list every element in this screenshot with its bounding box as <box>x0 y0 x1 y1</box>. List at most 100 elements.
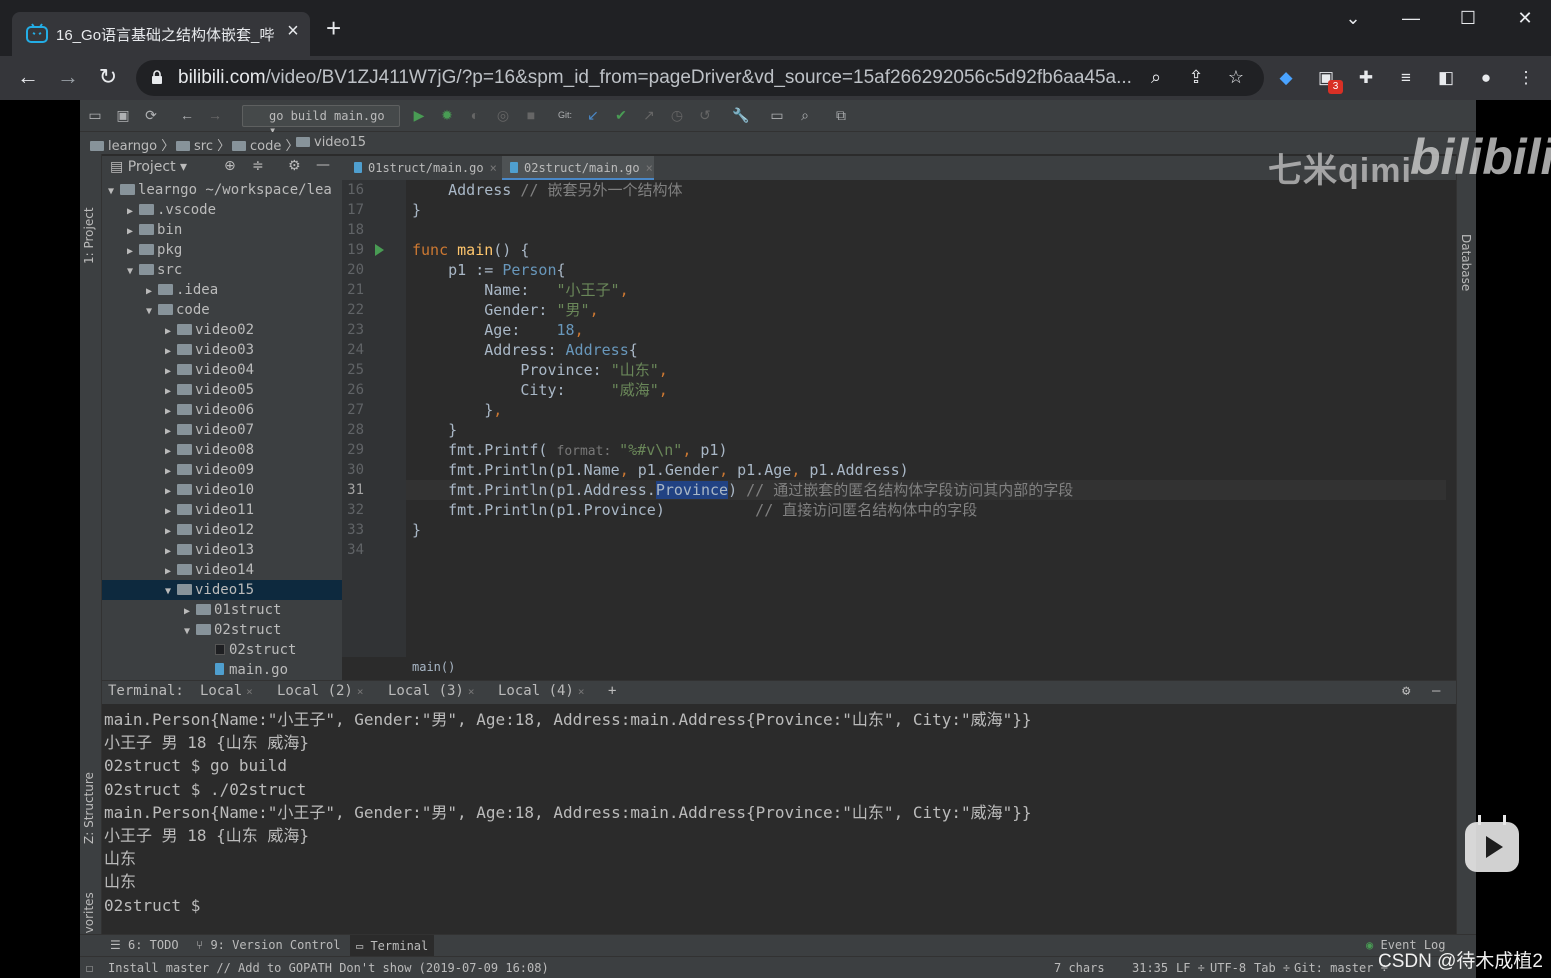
status-indent[interactable]: Tab ÷ <box>1254 961 1290 975</box>
terminal-output[interactable]: main.Person{Name:"小王子", Gender:"男", Age:… <box>102 704 1456 934</box>
expanded-arrow-icon[interactable]: ▼ <box>184 622 196 642</box>
browser-tab[interactable]: 16_Go语言基础之结构体嵌套_哔 × <box>12 12 310 56</box>
settings-wrench-icon[interactable]: 🔧 <box>732 107 750 124</box>
breadcrumb-video15[interactable]: video15 <box>296 135 366 150</box>
forward-icon[interactable]: → <box>54 64 82 90</box>
breadcrumb-code[interactable]: code 〉 <box>232 135 299 154</box>
panel-hide-icon[interactable]: — <box>316 157 330 173</box>
bilibili-play-icon[interactable] <box>1465 822 1519 872</box>
translate-icon[interactable]: ⧉ <box>832 107 850 124</box>
status-git-branch[interactable]: Git: master ÷ <box>1294 961 1388 975</box>
status-encoding[interactable]: UTF-8 <box>1210 961 1246 975</box>
profile-icon[interactable]: ◎ <box>494 107 512 124</box>
collapsed-arrow-icon[interactable]: ▶ <box>165 362 177 382</box>
reading-list-icon[interactable]: ≡ <box>1394 68 1418 88</box>
locate-icon[interactable]: ⊕ <box>224 158 236 174</box>
status-square-icon[interactable]: ☐ <box>86 961 93 975</box>
tree-item[interactable]: ▶ video05 <box>102 380 342 400</box>
tree-item[interactable]: ▼ code <box>102 300 342 320</box>
tree-item[interactable]: ▼ video15 <box>102 580 342 600</box>
new-terminal-icon[interactable]: + <box>608 683 616 699</box>
zoom-icon[interactable]: ⌕ <box>1144 67 1168 88</box>
share-icon[interactable]: ⇪ <box>1184 67 1208 88</box>
reload-icon[interactable]: ↻ <box>94 64 122 90</box>
git-rollback-icon[interactable]: ↺ <box>696 107 714 124</box>
tree-item[interactable]: 02struct <box>102 640 342 660</box>
new-tab-icon[interactable]: + <box>326 15 341 41</box>
structure-tool-tab[interactable]: Z: Structure <box>82 772 96 844</box>
collapsed-arrow-icon[interactable]: ▶ <box>165 562 177 582</box>
tab-01struct-main-go[interactable]: 01struct/main.go × <box>346 156 498 180</box>
sync-icon[interactable]: ⟳ <box>142 107 160 124</box>
tree-item[interactable]: ▶ video09 <box>102 460 342 480</box>
collapsed-arrow-icon[interactable]: ▶ <box>165 442 177 462</box>
collapsed-arrow-icon[interactable]: ▶ <box>165 402 177 422</box>
collapsed-arrow-icon[interactable]: ▶ <box>165 342 177 362</box>
tab-terminal-local-4[interactable]: Local (4) × <box>498 683 584 699</box>
run-icon[interactable]: ▶ <box>410 107 428 124</box>
tab-terminal-local[interactable]: Local × <box>200 683 253 699</box>
side-panel-icon[interactable]: ◧ <box>1434 68 1458 88</box>
collapsed-arrow-icon[interactable]: ▶ <box>127 202 139 222</box>
database-tool-tab[interactable]: Database <box>1459 234 1473 291</box>
tab-close-icon[interactable]: × <box>282 20 304 43</box>
tree-item[interactable]: ▼ src <box>102 260 342 280</box>
tree-item[interactable]: ▶ video04 <box>102 360 342 380</box>
breadcrumb-learngo[interactable]: learngo 〉 <box>90 135 174 154</box>
version-control-tool-button[interactable]: ⑂ 9: Version Control <box>196 938 340 952</box>
tree-item[interactable]: ▶ video03 <box>102 340 342 360</box>
git-history-icon[interactable]: ◷ <box>668 107 686 124</box>
tree-item[interactable]: ▶ video02 <box>102 320 342 340</box>
git-push-icon[interactable]: ↗ <box>640 107 658 124</box>
nav-forward-icon[interactable]: → <box>206 107 224 123</box>
tab-close-icon[interactable]: × <box>646 161 653 175</box>
tree-item[interactable]: ▼ 02struct <box>102 620 342 640</box>
minimize-icon[interactable]: — <box>1396 8 1426 29</box>
address-bar[interactable]: bilibili.com/video/BV1ZJ411W7jG/?p=16&sp… <box>136 60 1264 96</box>
status-message[interactable]: Install master // Add to GOPATH Don't sh… <box>108 961 549 975</box>
tree-item[interactable]: main.go <box>102 660 342 680</box>
terminal-gear-icon[interactable]: ⚙ <box>1402 683 1410 699</box>
coverage-icon[interactable]: ◐ <box>466 107 484 123</box>
tree-item[interactable]: ▶ video14 <box>102 560 342 580</box>
debug-icon[interactable]: ✹ <box>438 107 456 124</box>
tree-item[interactable]: ▶ video07 <box>102 420 342 440</box>
collapsed-arrow-icon[interactable]: ▶ <box>165 462 177 482</box>
collapsed-arrow-icon[interactable]: ▶ <box>146 282 158 302</box>
collapse-all-icon[interactable]: ≑ <box>252 158 264 174</box>
panel-gear-icon[interactable]: ⚙ <box>288 158 301 174</box>
nav-back-icon[interactable]: ← <box>178 107 196 123</box>
collapsed-arrow-icon[interactable]: ▶ <box>165 482 177 502</box>
git-commit-icon[interactable]: ✔ <box>612 107 630 124</box>
expanded-arrow-icon[interactable]: ▼ <box>127 262 139 282</box>
tab-terminal-local-3[interactable]: Local (3) × <box>388 683 474 699</box>
profile-avatar-icon[interactable]: ● <box>1474 68 1498 88</box>
tree-item[interactable]: ▶ video12 <box>102 520 342 540</box>
tree-item[interactable]: ▶ .idea <box>102 280 342 300</box>
collapsed-arrow-icon[interactable]: ▶ <box>165 542 177 562</box>
tree-item[interactable]: ▶ 01struct <box>102 600 342 620</box>
tree-item[interactable]: ▶ video11 <box>102 500 342 520</box>
search-icon[interactable]: ⌕ <box>796 107 814 124</box>
terminal-tool-button[interactable]: ▭ Terminal <box>350 935 435 957</box>
breadcrumb-src[interactable]: src 〉 <box>176 135 230 154</box>
collapsed-arrow-icon[interactable]: ▶ <box>165 322 177 342</box>
run-config-select[interactable]: go build main.go ▾ <box>242 105 400 137</box>
tab-02struct-main-go[interactable]: 02struct/main.go × <box>502 156 654 180</box>
terminal-hide-icon[interactable]: — <box>1432 683 1440 699</box>
git-update-icon[interactable]: ↙ <box>584 107 602 124</box>
collapsed-arrow-icon[interactable]: ▶ <box>184 602 196 622</box>
status-line-separator[interactable]: LF ÷ <box>1176 961 1205 975</box>
close-window-icon[interactable]: ✕ <box>1510 8 1540 29</box>
tree-item[interactable]: ▶ bin <box>102 220 342 240</box>
editor-breadcrumb-main[interactable]: main() <box>412 660 455 674</box>
collapsed-arrow-icon[interactable]: ▶ <box>165 522 177 542</box>
tree-item[interactable]: ▼ learngo ~/workspace/lea <box>102 180 342 200</box>
tree-item[interactable]: ▶ video10 <box>102 480 342 500</box>
open-folder-icon[interactable]: ▭ <box>86 107 104 124</box>
tree-item[interactable]: ▶ video08 <box>102 440 342 460</box>
project-tool-tab[interactable]: 1: Project <box>82 207 96 264</box>
tree-item[interactable]: ▶ .vscode <box>102 200 342 220</box>
menu-kebab-icon[interactable]: ⋮ <box>1514 68 1538 88</box>
tab-terminal-local-2[interactable]: Local (2) × <box>277 683 363 699</box>
